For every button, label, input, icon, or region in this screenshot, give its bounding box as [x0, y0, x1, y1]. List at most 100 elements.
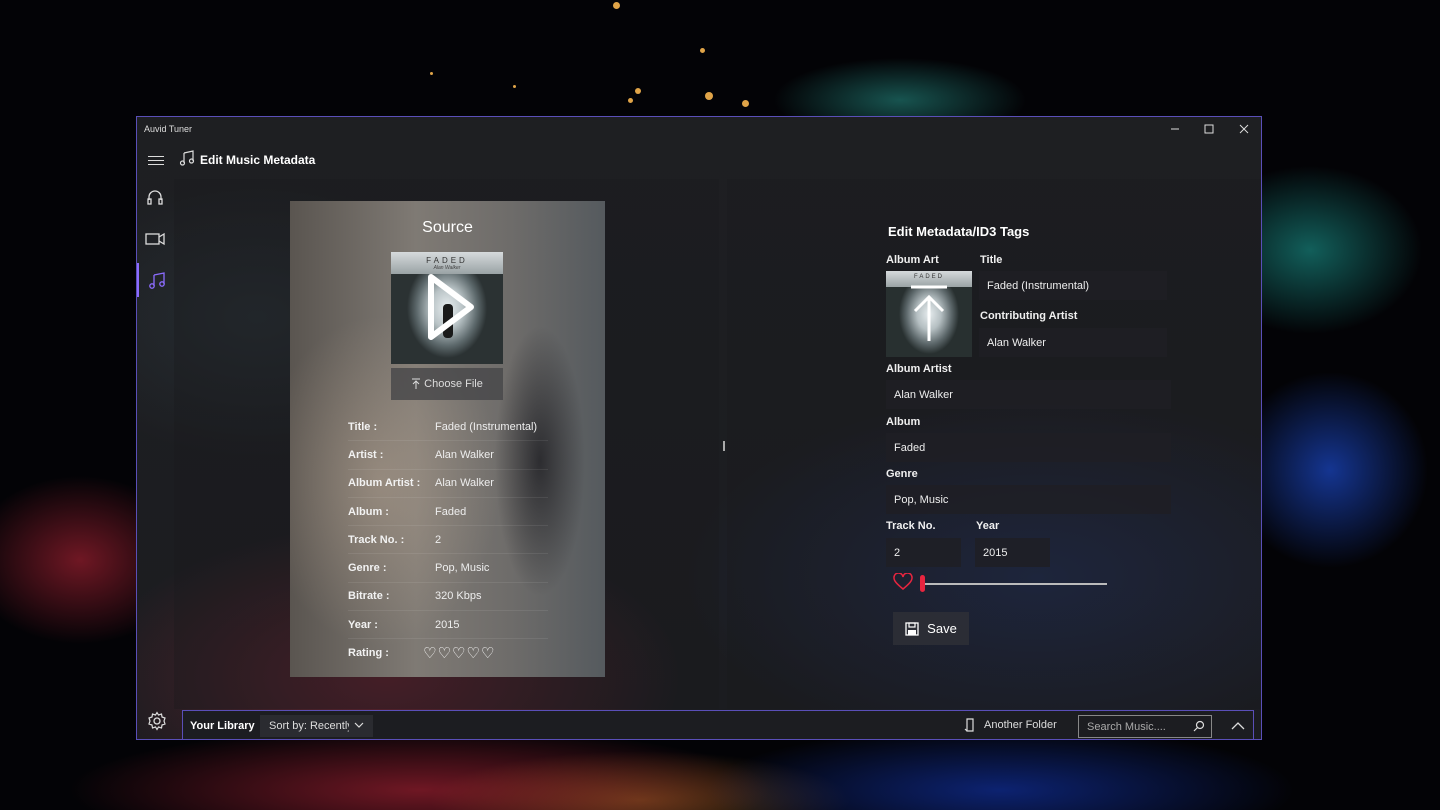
genre-value: Pop, Music: [894, 493, 949, 506]
nav-item-video[interactable]: [137, 222, 173, 256]
info-row-track: Track No. : 2: [348, 526, 548, 555]
main-content: Source FADED Alan Walker Choose File Tit…: [174, 179, 1261, 709]
app-title: Auvid Tuner: [144, 124, 193, 134]
info-row-rating: Rating : ♡ ♡ ♡ ♡ ♡: [348, 639, 548, 666]
edit-heading: Edit Metadata/ID3 Tags: [888, 224, 1030, 239]
close-button[interactable]: [1227, 117, 1261, 141]
title-input-value: Faded (Instrumental): [987, 279, 1090, 292]
page-title: Edit Music Metadata: [200, 153, 316, 167]
edit-pane: Edit Metadata/ID3 Tags Album Art FADED T…: [727, 179, 1261, 709]
info-value: Alan Walker: [435, 477, 494, 490]
album-input[interactable]: Faded: [886, 433, 1171, 462]
sort-dropdown-value: Sort by: Recently: [269, 720, 349, 732]
year-value: 2015: [983, 546, 1008, 559]
rating-slider-track[interactable]: [923, 583, 1107, 585]
pane-splitter-handle[interactable]: [723, 441, 725, 451]
app-window: Auvid Tuner Edit Music Metadata Source F…: [136, 116, 1262, 740]
another-folder-button[interactable]: Another Folder: [964, 718, 1057, 732]
rating-hearts[interactable]: ♡ ♡ ♡ ♡ ♡: [423, 644, 494, 662]
genre-input[interactable]: Pop, Music: [886, 485, 1171, 514]
year-label: Year: [976, 520, 1000, 532]
source-album-cover[interactable]: FADED Alan Walker: [391, 252, 503, 364]
upload-icon: [911, 285, 947, 341]
gear-icon: [148, 711, 166, 731]
info-label: Title :: [348, 420, 378, 433]
info-label: Rating :: [348, 647, 389, 660]
cover-title-text: FADED: [426, 256, 468, 265]
music-icon: [149, 272, 165, 289]
play-icon[interactable]: [425, 272, 475, 342]
cover-artist-text: Alan Walker: [433, 265, 461, 271]
contributing-artist-input[interactable]: Alan Walker: [979, 328, 1167, 357]
info-label: Year :: [348, 618, 378, 631]
info-label: Album :: [348, 505, 389, 518]
title-label: Title: [980, 254, 1003, 266]
save-button[interactable]: Save: [893, 612, 969, 645]
info-label: Artist :: [348, 448, 384, 461]
info-row-album: Album : Faded: [348, 498, 548, 527]
source-card: Source FADED Alan Walker Choose File Tit…: [290, 201, 605, 677]
settings-button[interactable]: [147, 711, 167, 736]
folder-icon: [964, 718, 974, 732]
album-artist-input[interactable]: Alan Walker: [886, 380, 1171, 409]
video-icon: [145, 232, 165, 246]
album-art-picker[interactable]: FADED: [886, 271, 972, 357]
album-label: Album: [886, 416, 921, 428]
rating-slider-thumb[interactable]: [920, 575, 925, 592]
source-info-table: Title : Faded (Instrumental) Artist : Alan…: [348, 413, 548, 667]
source-pane: Source FADED Alan Walker Choose File Tit…: [174, 179, 719, 709]
info-value: 320 Kbps: [435, 590, 482, 603]
upload-icon: [412, 378, 421, 389]
chevron-down-icon: [354, 722, 364, 728]
info-label: Genre :: [348, 562, 387, 575]
desktop-spark: [613, 2, 620, 9]
info-row-title: Title : Faded (Instrumental): [348, 413, 548, 442]
info-row-genre: Genre : Pop, Music: [348, 554, 548, 583]
expand-panel-button[interactable]: [1221, 711, 1255, 739]
nav-item-audio[interactable]: [137, 180, 173, 214]
save-label: Save: [927, 621, 957, 636]
album-art-label: Album Art: [886, 254, 939, 266]
choose-file-button[interactable]: Choose File: [391, 368, 503, 400]
desktop-spark: [635, 88, 641, 94]
search-input[interactable]: Search Music....: [1078, 715, 1212, 738]
heart-outline-icon[interactable]: ♡: [423, 644, 436, 662]
heart-outline-icon[interactable]: ♡: [452, 644, 465, 662]
desktop-spark: [628, 98, 633, 103]
heart-outline-icon[interactable]: ♡: [437, 644, 450, 662]
hamburger-menu-button[interactable]: [148, 153, 164, 168]
maximize-icon: [1204, 124, 1214, 134]
nav-item-music[interactable]: [137, 263, 175, 297]
headphones-icon: [147, 190, 163, 205]
chevron-up-icon: [1231, 722, 1245, 730]
info-label: Track No. :: [348, 533, 405, 546]
search-icon[interactable]: [1193, 720, 1205, 732]
another-folder-label: Another Folder: [984, 719, 1057, 731]
title-bar[interactable]: Auvid Tuner: [137, 117, 1261, 141]
heart-outline-icon[interactable]: ♡: [466, 644, 479, 662]
info-value: 2: [435, 533, 442, 546]
info-row-bitrate: Bitrate : 320 Kbps: [348, 583, 548, 612]
album-artist-value: Alan Walker: [894, 388, 953, 401]
album-value: Faded: [894, 441, 926, 454]
info-value: Alan Walker: [435, 448, 494, 461]
search-placeholder: Search Music....: [1087, 720, 1166, 733]
minimize-button[interactable]: [1158, 117, 1192, 141]
info-value: Faded: [435, 505, 467, 518]
maximize-button[interactable]: [1192, 117, 1226, 141]
contributing-artist-label: Contributing Artist: [980, 310, 1078, 322]
desktop-spark: [705, 92, 713, 100]
desktop-spark: [430, 72, 433, 75]
info-value: Pop, Music: [435, 562, 490, 575]
track-no-input[interactable]: 2: [886, 538, 961, 567]
title-input[interactable]: Faded (Instrumental): [979, 271, 1167, 300]
genre-label: Genre: [886, 468, 918, 480]
source-heading: Source: [422, 219, 473, 236]
heart-outline-icon[interactable]: ♡: [481, 644, 494, 662]
your-library-label: Your Library: [190, 720, 255, 732]
year-input[interactable]: 2015: [975, 538, 1050, 567]
info-label: Bitrate :: [348, 590, 390, 603]
info-row-artist: Artist : Alan Walker: [348, 441, 548, 470]
rating-heart-icon: [893, 572, 913, 596]
sort-dropdown[interactable]: Sort by: Recently: [260, 715, 373, 737]
